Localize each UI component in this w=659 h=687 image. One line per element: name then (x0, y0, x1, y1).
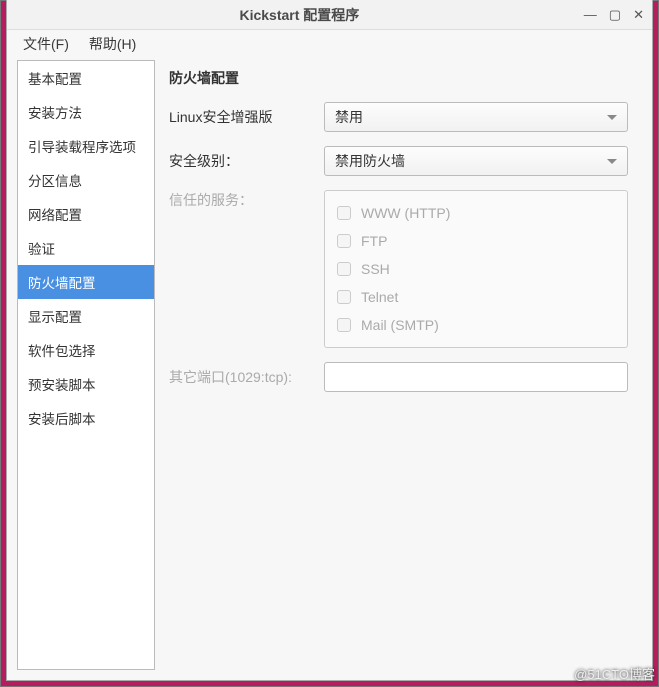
checkbox-icon (337, 206, 351, 220)
service-www: WWW (HTTP) (337, 199, 615, 227)
titlebar: Kickstart 配置程序 — ▢ ✕ (7, 0, 652, 30)
sidebar-item-auth[interactable]: 验证 (18, 231, 154, 265)
section-title: 防火墙配置 (169, 68, 628, 88)
other-ports-input[interactable] (324, 362, 628, 392)
service-ssh: SSH (337, 255, 615, 283)
selinux-label: Linux安全增强版 (169, 107, 324, 127)
chevron-down-icon (607, 115, 617, 120)
trusted-services-box: WWW (HTTP) FTP SSH Telnet (324, 190, 628, 348)
checkbox-icon (337, 290, 351, 304)
sidebar-item-firewall[interactable]: 防火墙配置 (18, 265, 154, 299)
service-label: SSH (361, 261, 390, 277)
security-level-value: 禁用防火墙 (335, 151, 405, 171)
menu-help[interactable]: 帮助(H) (83, 32, 142, 56)
checkbox-icon (337, 262, 351, 276)
service-label: WWW (HTTP) (361, 205, 450, 221)
service-ftp: FTP (337, 227, 615, 255)
trusted-services-label: 信任的服务： (169, 190, 324, 210)
sidebar-item-packages[interactable]: 软件包选择 (18, 333, 154, 367)
service-label: FTP (361, 233, 387, 249)
sidebar-item-bootloader[interactable]: 引导装载程序选项 (18, 129, 154, 163)
sidebar-item-network[interactable]: 网络配置 (18, 197, 154, 231)
security-level-label: 安全级别： (169, 151, 324, 171)
service-telnet: Telnet (337, 283, 615, 311)
other-ports-label: 其它端口(1029:tcp): (169, 367, 324, 387)
main-panel: 防火墙配置 Linux安全增强版 禁用 安全级别： 禁用防火墙 信任的服务： (155, 60, 642, 670)
checkbox-icon (337, 318, 351, 332)
minimize-icon[interactable]: — (584, 8, 597, 21)
sidebar-item-install-method[interactable]: 安装方法 (18, 95, 154, 129)
service-label: Telnet (361, 289, 398, 305)
sidebar-item-basic[interactable]: 基本配置 (18, 61, 154, 95)
menu-file[interactable]: 文件(F) (17, 32, 75, 56)
checkbox-icon (337, 234, 351, 248)
maximize-icon[interactable]: ▢ (609, 8, 621, 21)
sidebar-item-prescript[interactable]: 预安装脚本 (18, 367, 154, 401)
close-icon[interactable]: ✕ (633, 8, 644, 21)
selinux-value: 禁用 (335, 107, 363, 127)
security-level-select[interactable]: 禁用防火墙 (324, 146, 628, 176)
sidebar: 基本配置 安装方法 引导装载程序选项 分区信息 网络配置 验证 防火墙配置 显示… (17, 60, 155, 670)
sidebar-item-partition[interactable]: 分区信息 (18, 163, 154, 197)
selinux-select[interactable]: 禁用 (324, 102, 628, 132)
service-mail: Mail (SMTP) (337, 311, 615, 339)
sidebar-item-display[interactable]: 显示配置 (18, 299, 154, 333)
menubar: 文件(F) 帮助(H) (7, 30, 652, 58)
window-title: Kickstart 配置程序 (15, 5, 584, 25)
sidebar-item-postscript[interactable]: 安装后脚本 (18, 401, 154, 435)
chevron-down-icon (607, 159, 617, 164)
service-label: Mail (SMTP) (361, 317, 439, 333)
